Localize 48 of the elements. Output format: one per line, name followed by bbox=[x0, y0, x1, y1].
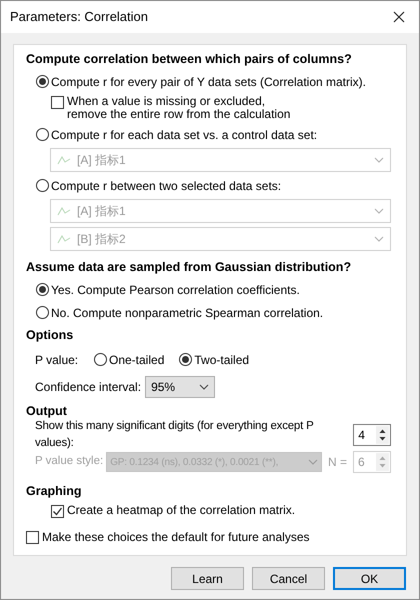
radio-button[interactable] bbox=[36, 283, 49, 296]
line-chart-icon bbox=[57, 234, 71, 244]
significant-digits-label: Show this many significant digits (for everything except P values): bbox=[35, 418, 314, 451]
chevron-down-icon bbox=[374, 208, 384, 214]
chevron-down-icon bbox=[374, 157, 384, 163]
radio-label: Compute r for every pair of Y data sets (Correlation matrix). bbox=[51, 74, 366, 90]
radio-label: Compute r between two selected data sets: bbox=[51, 178, 282, 194]
checkbox[interactable] bbox=[51, 96, 64, 109]
chevron-down-icon bbox=[199, 384, 210, 390]
confidence-interval-label: Confidence interval: bbox=[35, 378, 142, 396]
radio-button[interactable] bbox=[36, 128, 49, 141]
line-chart-icon bbox=[57, 206, 71, 216]
radio-label: No. Compute nonparametric Spearman correlation. bbox=[51, 304, 324, 322]
dialog-button[interactable]: Cancel bbox=[252, 567, 325, 590]
checkbox-label: When a value is missing or excluded, remove the entire row from the calculation bbox=[67, 95, 292, 121]
radio-label: Compute r for each data set vs. a control data set: bbox=[51, 126, 318, 144]
radio-label: Two-tailed bbox=[194, 352, 250, 368]
section-heading: Assume data are sampled from Gaussian distribution? bbox=[26, 258, 352, 276]
radio-button[interactable] bbox=[94, 353, 107, 366]
radio-button[interactable] bbox=[36, 75, 49, 88]
dialog-button[interactable]: Learn bbox=[171, 567, 244, 590]
checkbox[interactable] bbox=[51, 505, 64, 518]
p-value-style-label: P value style: bbox=[35, 454, 104, 470]
chevron-down-icon bbox=[308, 459, 318, 465]
p-value-label: P value: bbox=[35, 352, 80, 368]
radio-button[interactable] bbox=[36, 179, 49, 192]
window-title: Parameters: Correlation bbox=[10, 8, 148, 26]
section-heading: Compute correlation between which pairs of columns? bbox=[26, 50, 353, 68]
section-heading: Graphing bbox=[26, 482, 83, 500]
checkbox-label: Create a heatmap of the correlation matrix. bbox=[67, 504, 296, 517]
confidence-interval-dropdown[interactable]: 95% bbox=[145, 376, 216, 398]
checkbox-label: Make these choices the default for future analyses bbox=[42, 529, 310, 546]
section-heading: Output bbox=[26, 402, 68, 420]
close-icon bbox=[393, 11, 405, 23]
radio-button[interactable] bbox=[179, 353, 192, 366]
spin-arrows-icon bbox=[376, 453, 389, 471]
significant-digits-spinner[interactable]: 4 bbox=[353, 424, 391, 446]
checkmark-icon bbox=[52, 506, 63, 517]
checkbox[interactable] bbox=[26, 530, 39, 544]
spin-arrows-icon bbox=[376, 426, 389, 444]
chevron-down-icon bbox=[374, 236, 384, 242]
radio-label: One-tailed bbox=[109, 352, 164, 368]
section-heading: Options bbox=[26, 326, 74, 344]
radio-button[interactable] bbox=[36, 306, 49, 319]
line-chart-icon bbox=[57, 155, 71, 165]
radio-label: Yes. Compute Pearson correlation coefficients. bbox=[51, 282, 300, 298]
n-label: N = bbox=[328, 454, 347, 471]
dialog-button[interactable]: OK bbox=[333, 567, 406, 590]
